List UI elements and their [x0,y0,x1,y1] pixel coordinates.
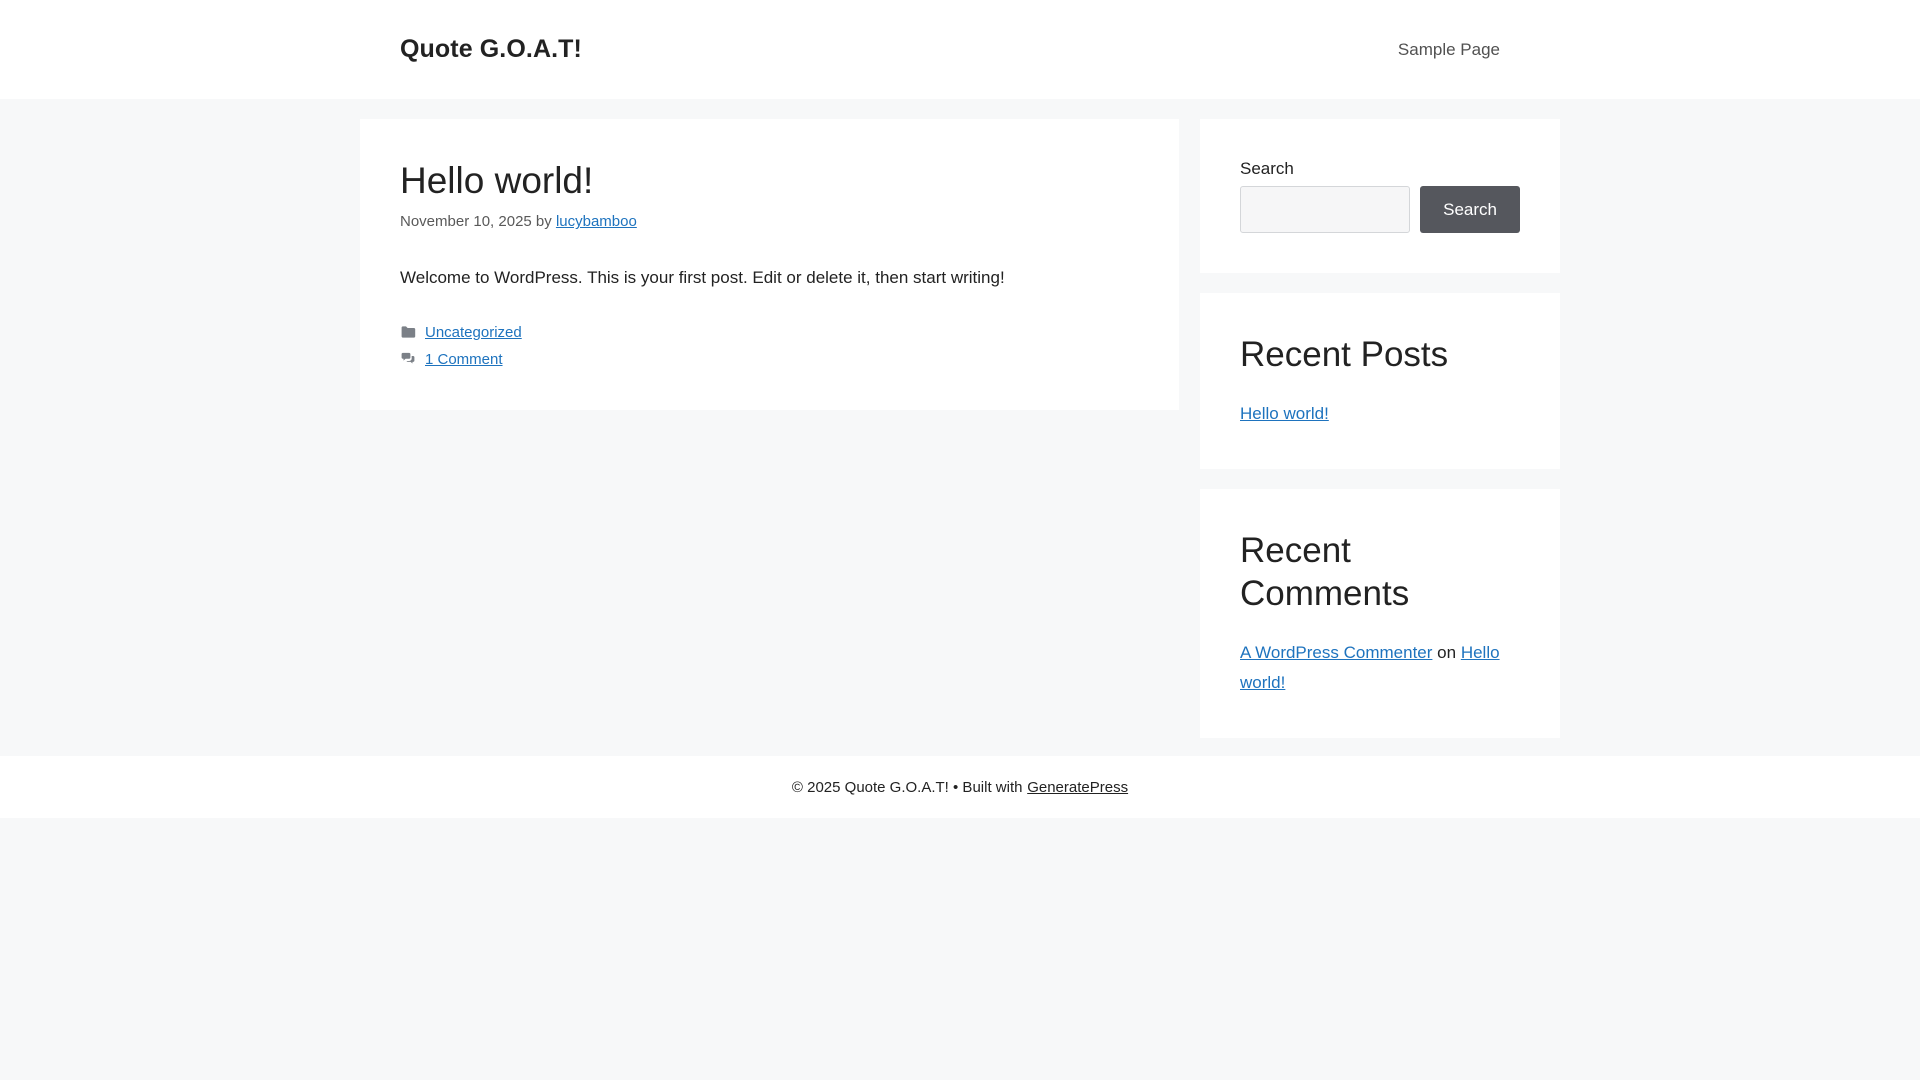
site-header: Quote G.O.A.T! Sample Page [0,0,1920,99]
recent-post-link[interactable]: Hello world! [1240,404,1329,423]
post-author-link[interactable]: lucybamboo [556,213,637,230]
commenter-link[interactable]: A WordPress Commenter [1240,643,1432,662]
list-item: Hello world! [1240,399,1520,429]
generatepress-link[interactable]: GeneratePress [1027,779,1128,796]
search-input[interactable] [1240,186,1411,233]
main-nav: Sample Page [1378,0,1520,99]
post-footer-meta: Uncategorized 1 Comment [400,322,1139,370]
search-button[interactable]: Search [1420,186,1520,233]
recent-comments-widget: Recent Comments A WordPress Commenter on… [1200,488,1560,738]
site-footer: © 2025 Quote G.O.A.T! • Built with Gener… [0,755,1920,818]
comment-connector: on [1437,643,1457,662]
post-article: Hello world! November 10, 2025 by lucyba… [400,159,1139,370]
post-content: Welcome to WordPress. This is your first… [400,264,1139,291]
comments-link[interactable]: 1 Comment [425,349,503,370]
copyright-text: © 2025 Quote G.O.A.T! • Built with [791,778,1023,796]
recent-comments-title: Recent Comments [1240,530,1410,614]
recent-comment-item: A WordPress Commenter on Hello world! [1240,638,1520,698]
comments-row: 1 Comment [400,349,1139,370]
post-by-label: by [535,213,552,231]
search-label: Search [1240,159,1294,178]
sidebar: Search Search Recent Posts Hello world! … [1200,119,1560,738]
post-card: Hello world! November 10, 2025 by lucyba… [360,119,1179,410]
category-row: Uncategorized [400,322,1139,343]
recent-posts-title: Recent Posts [1240,335,1449,374]
post-title: Hello world! [400,160,594,201]
comments-icon [400,351,416,367]
post-date: November 10, 2025 [400,213,532,231]
site-title[interactable]: Quote G.O.A.T! [400,35,582,64]
category-link[interactable]: Uncategorized [425,322,522,343]
folder-icon [400,324,416,340]
recent-posts-list: Hello world! [1240,399,1520,429]
post-meta: November 10, 2025 by lucybamboo [400,213,1139,230]
site-content: Hello world! November 10, 2025 by lucyba… [360,119,1560,738]
post-body-text: Welcome to WordPress. This is your first… [400,268,1005,288]
nav-item-sample-page[interactable]: Sample Page [1378,0,1520,99]
recent-posts-widget: Recent Posts Hello world! [1200,293,1560,469]
search-widget: Search Search [1200,119,1560,273]
